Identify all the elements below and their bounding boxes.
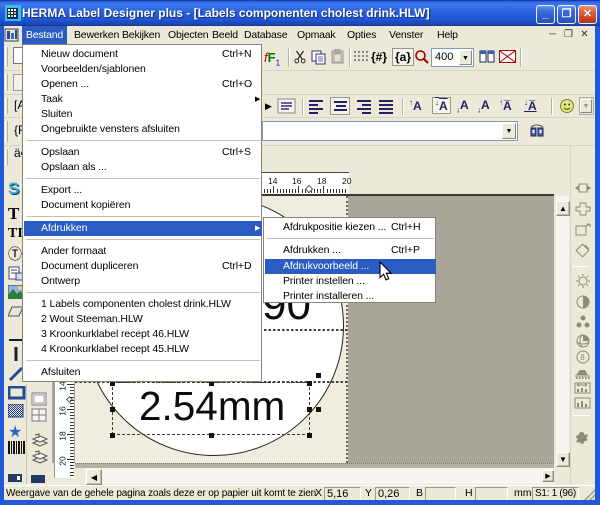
- svg-text:8: 8: [580, 353, 585, 362]
